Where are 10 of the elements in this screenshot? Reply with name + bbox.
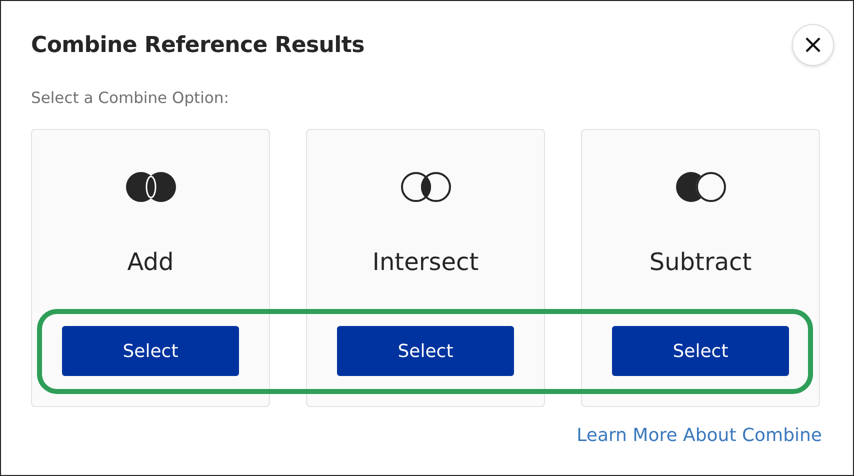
learn-more-link[interactable]: Learn More About Combine <box>576 425 822 446</box>
option-label: Subtract <box>649 248 752 276</box>
dialog-title: Combine Reference Results <box>31 32 364 58</box>
close-button[interactable]: × <box>792 24 834 66</box>
select-button[interactable]: Select <box>337 326 514 376</box>
select-button[interactable]: Select <box>62 326 239 376</box>
prompt-text: Select a Combine Option: <box>31 89 230 107</box>
option-label: Add <box>127 248 174 276</box>
option-label: Intersect <box>372 248 479 276</box>
select-button[interactable]: Select <box>612 326 789 376</box>
